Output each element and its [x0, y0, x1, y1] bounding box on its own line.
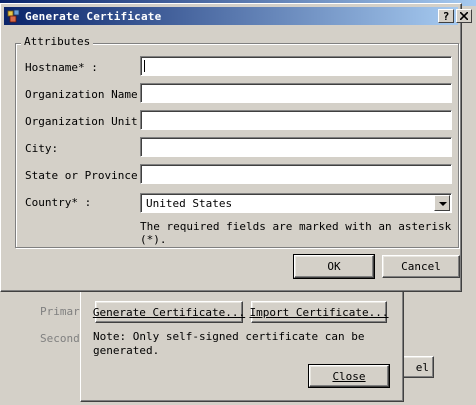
country-value: United States [146, 197, 233, 210]
organization-name-label: Organization Name: [25, 88, 145, 101]
close-icon [460, 12, 468, 20]
ok-button[interactable]: OK [293, 254, 375, 279]
organization-name-input[interactable] [140, 83, 452, 103]
city-label: City: [25, 142, 59, 155]
hostname-input[interactable] [140, 56, 452, 76]
state-province-input[interactable] [140, 164, 452, 184]
cancel-button[interactable]: Cancel [382, 255, 460, 278]
hostname-label: Hostname* : [25, 61, 98, 74]
attributes-group-label: Attributes [21, 35, 94, 48]
dialog-title: Generate Certificate [25, 9, 162, 23]
chevron-down-icon[interactable] [434, 195, 450, 211]
required-fields-note: The required fields are marked with an a… [140, 220, 452, 246]
country-select[interactable]: United States [140, 193, 452, 213]
city-input[interactable] [140, 137, 452, 157]
generate-certificate-dialog: Generate Certificate ? Attributes Hostna… [0, 3, 472, 292]
dialog-titlebar: Generate Certificate ? [4, 7, 472, 25]
state-province-label: State or Province: [25, 169, 145, 182]
app-icon [7, 9, 21, 23]
organization-unit-input[interactable] [140, 110, 452, 130]
self-signed-note: Note: Only self-signed certificate can b… [93, 330, 365, 357]
close-window-button[interactable] [456, 9, 472, 23]
text-caret [144, 60, 145, 72]
help-button[interactable]: ? [438, 9, 454, 23]
certificate-panel: Generate Certificate... Import Certifica… [80, 288, 404, 402]
organization-unit-label: Organization Unit: [25, 115, 145, 128]
country-label: Country* : [25, 196, 92, 209]
close-panel-button[interactable]: Close [308, 364, 390, 388]
generate-certificate-button[interactable]: Generate Certificate... [93, 301, 245, 323]
import-certificate-button[interactable]: Import Certificate... [249, 301, 389, 323]
